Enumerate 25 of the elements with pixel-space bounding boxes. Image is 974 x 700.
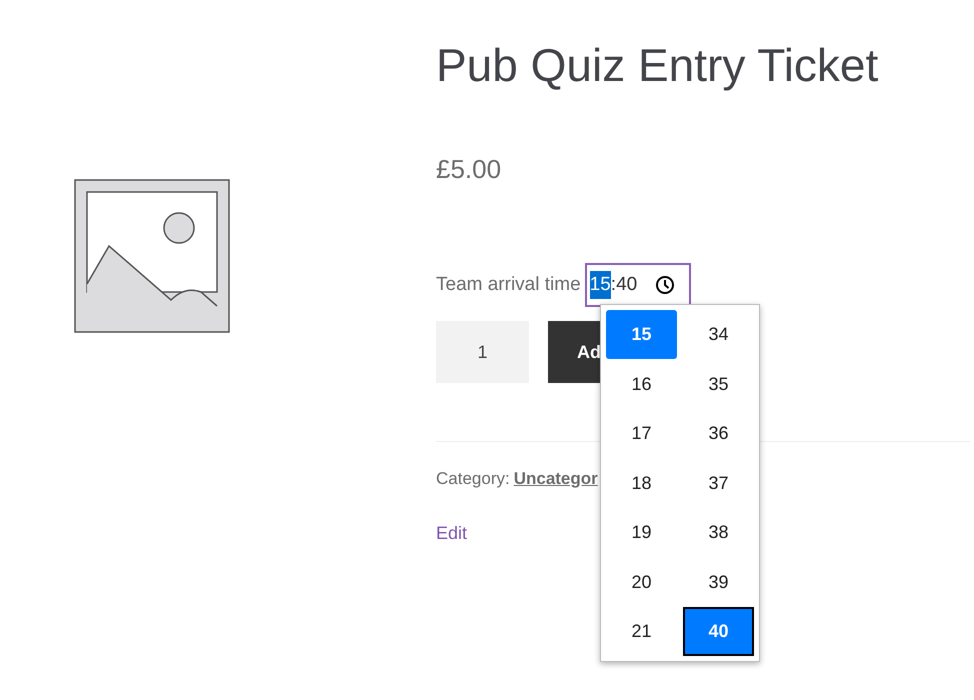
time-option[interactable]: 18	[606, 458, 677, 508]
edit-link[interactable]: Edit	[436, 520, 468, 546]
time-option[interactable]: 17	[606, 409, 677, 458]
time-option[interactable]: 19	[606, 508, 677, 557]
time-separator: :	[610, 272, 616, 297]
hour-segment[interactable]: 15	[590, 270, 611, 300]
category-link[interactable]: Uncategor	[514, 466, 598, 492]
time-option[interactable]: 36	[683, 409, 754, 458]
time-option[interactable]: 39	[683, 558, 754, 606]
clock-icon	[655, 275, 676, 295]
time-option[interactable]: 21	[606, 607, 677, 656]
time-option[interactable]: 20	[606, 558, 677, 606]
time-option[interactable]: 37	[683, 458, 754, 508]
time-option[interactable]: 40	[683, 607, 754, 656]
field-label: Team arrival time	[436, 272, 581, 297]
product-title: Pub Quiz Entry Ticket	[436, 38, 880, 93]
time-option[interactable]: 38	[683, 508, 754, 557]
category-label: Category:	[436, 468, 510, 490]
time-option[interactable]: 34	[683, 310, 754, 359]
minute-segment[interactable]: 40	[616, 270, 638, 300]
quantity-field[interactable]: 1	[436, 321, 529, 383]
time-option[interactable]: 15	[606, 310, 677, 359]
time-option[interactable]: 35	[683, 360, 754, 408]
product-price: £5.00	[436, 153, 502, 186]
time-option[interactable]: 16	[606, 360, 677, 408]
